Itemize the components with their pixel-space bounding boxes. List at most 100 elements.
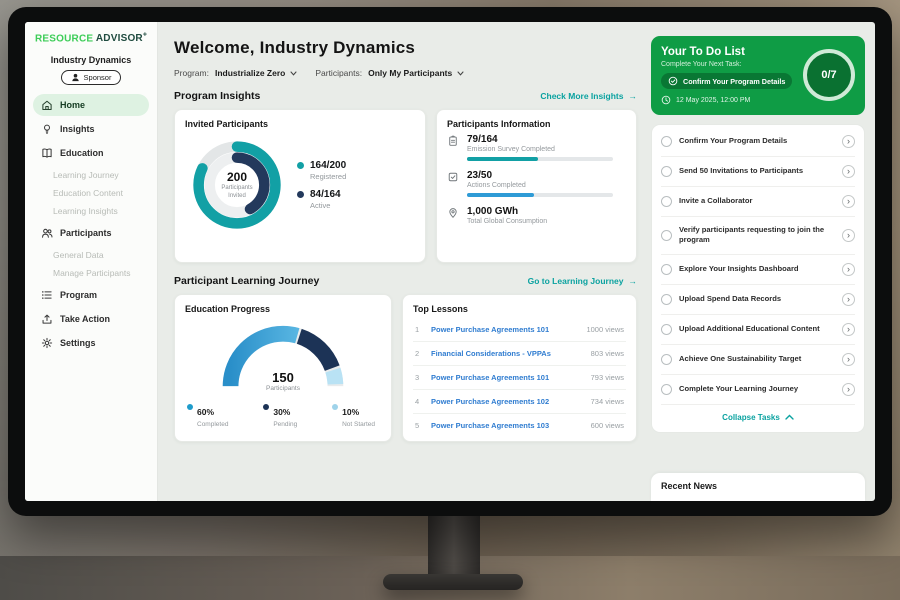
gauge-center: 150 Participants (217, 370, 349, 392)
legend-value: 84/164 (310, 189, 341, 200)
chevron-right-icon[interactable]: › (842, 323, 855, 336)
lesson-link[interactable]: Power Purchase Agreements 103 (431, 421, 583, 430)
gauge-value-label: Participants (217, 385, 349, 392)
lesson-row: 1 Power Purchase Agreements 101 1000 vie… (413, 318, 626, 342)
todo-item-label: Invite a Collaborator (679, 196, 835, 206)
chevron-right-icon[interactable]: › (842, 135, 855, 148)
sidebar-item-label: Manage Participants (53, 268, 131, 278)
chevron-right-icon[interactable]: › (842, 195, 855, 208)
recent-news-header[interactable]: Recent News (651, 473, 865, 501)
checkbox-circle[interactable] (661, 166, 672, 177)
todo-item[interactable]: Send 50 Invitations to Participants › (661, 157, 855, 187)
sidebar-nav: Home Insights Education Learning Journey… (33, 94, 149, 354)
todo-item-label: Achieve One Sustainability Target (679, 354, 835, 364)
lesson-rank: 2 (415, 349, 423, 358)
sidebar-item-general-data[interactable]: General Data (33, 246, 149, 264)
checkbox-circle[interactable] (661, 196, 672, 207)
program-select[interactable]: Industrialize Zero (215, 68, 297, 78)
lesson-rank: 4 (415, 397, 423, 406)
sidebar-item-label: Participants (60, 228, 112, 238)
progress-bar (467, 193, 613, 197)
due-date-label: 12 May 2025, 12:00 PM (676, 97, 750, 104)
lesson-row: 5 Power Purchase Agreements 103 600 view… (413, 414, 626, 437)
legend-dot (297, 162, 304, 169)
invited-participants-card: Invited Participants 200 (174, 109, 426, 263)
top-lessons-card: Top Lessons 1 Power Purchase Agreements … (402, 294, 637, 442)
checkbox-circle[interactable] (661, 230, 672, 241)
todo-item-label: Explore Your Insights Dashboard (679, 264, 835, 274)
lesson-link[interactable]: Power Purchase Agreements 102 (431, 397, 583, 406)
todo-item[interactable]: Explore Your Insights Dashboard › (661, 255, 855, 285)
progress-bar (467, 157, 613, 161)
lesson-link[interactable]: Financial Considerations - VPPAs (431, 349, 583, 358)
sidebar-item-take-action[interactable]: Take Action (33, 308, 149, 330)
legend-label: Registered (310, 172, 346, 181)
lesson-rank: 1 (415, 325, 423, 334)
checkbox-circle[interactable] (661, 294, 672, 305)
sidebar-item-home[interactable]: Home (33, 94, 149, 116)
sponsor-badge[interactable]: Sponsor (61, 70, 122, 85)
sidebar-item-learning-insights[interactable]: Learning Insights (33, 202, 149, 220)
todo-item[interactable]: Achieve One Sustainability Target › (661, 345, 855, 375)
check-more-insights-link[interactable]: Check More Insights → (540, 91, 637, 101)
checkbox-circle[interactable] (661, 354, 672, 365)
learning-cards-row: Education Progress (174, 294, 637, 442)
chevron-right-icon[interactable]: › (842, 229, 855, 242)
legend-item-registered: 164/200 Registered (297, 160, 346, 181)
go-to-learning-journey-link[interactable]: Go to Learning Journey → (528, 276, 637, 286)
checkbox-circle[interactable] (661, 324, 672, 335)
sidebar-item-manage-participants[interactable]: Manage Participants (33, 264, 149, 282)
chevron-right-icon[interactable]: › (842, 353, 855, 366)
sidebar-item-education-content[interactable]: Education Content (33, 184, 149, 202)
lesson-link[interactable]: Power Purchase Agreements 101 (431, 373, 583, 382)
chevron-right-icon[interactable]: › (842, 383, 855, 396)
gauge-chart: 150 Participants (217, 318, 349, 394)
sidebar-item-insights[interactable]: Insights (33, 118, 149, 140)
sidebar-item-label: Take Action (60, 314, 110, 324)
checkbox-circle[interactable] (661, 264, 672, 275)
chevron-right-icon[interactable]: › (842, 293, 855, 306)
lesson-views: 1000 views (586, 325, 624, 334)
progress-fill (467, 193, 534, 197)
checkbox-circle[interactable] (661, 136, 672, 147)
sidebar-item-learning-journey[interactable]: Learning Journey (33, 166, 149, 184)
checklist-icon (447, 171, 459, 197)
lesson-link[interactable]: Power Purchase Agreements 101 (431, 325, 578, 334)
todo-item[interactable]: Upload Spend Data Records › (661, 285, 855, 315)
participants-select[interactable]: Only My Participants (368, 68, 464, 78)
stat-emission-survey: 79/164 Emission Survey Completed (447, 134, 626, 161)
person-icon (71, 73, 80, 82)
sidebar-item-participants[interactable]: Participants (33, 222, 149, 244)
stat-global-consumption: 1,000 GWh Total Global Consumption (447, 206, 626, 229)
lesson-rank: 5 (415, 421, 423, 430)
chevron-right-icon[interactable]: › (842, 165, 855, 178)
todo-progress-value: 0/7 (821, 69, 836, 81)
sidebar-item-program[interactable]: Program (33, 284, 149, 306)
next-task-pill[interactable]: Confirm Your Program Details (661, 73, 792, 89)
checkbox-circle[interactable] (661, 384, 672, 395)
todo-item[interactable]: Invite a Collaborator › (661, 187, 855, 217)
collapse-tasks-link[interactable]: Collapse Tasks (661, 405, 855, 430)
todo-item[interactable]: Upload Additional Educational Content › (661, 315, 855, 345)
lesson-views: 734 views (591, 397, 624, 406)
chevron-down-icon (290, 71, 297, 76)
legend-item-pending: 30% Pending (263, 402, 297, 428)
collapse-tasks-label: Collapse Tasks (722, 413, 780, 422)
sidebar-item-settings[interactable]: Settings (33, 332, 149, 354)
chevron-right-icon[interactable]: › (842, 263, 855, 276)
book-icon (41, 147, 53, 159)
location-pin-icon (447, 207, 459, 229)
insights-cards-row: Invited Participants 200 (174, 109, 637, 263)
education-progress-card: Education Progress (174, 294, 392, 442)
sidebar-item-education[interactable]: Education (33, 142, 149, 164)
upload-icon (41, 313, 53, 325)
lesson-views: 600 views (591, 421, 624, 430)
learning-journey-header: Participant Learning Journey Go to Learn… (174, 275, 637, 287)
card-title: Education Progress (185, 304, 381, 314)
todo-item[interactable]: Complete Your Learning Journey › (661, 375, 855, 405)
todo-item[interactable]: Verify participants requesting to join t… (661, 217, 855, 255)
todo-subtitle: Complete Your Next Task: (661, 61, 801, 68)
chevron-down-icon (457, 71, 464, 76)
todo-item[interactable]: Confirm Your Program Details › (661, 127, 855, 157)
main-content: Welcome, Industry Dynamics Program: Indu… (158, 22, 649, 501)
